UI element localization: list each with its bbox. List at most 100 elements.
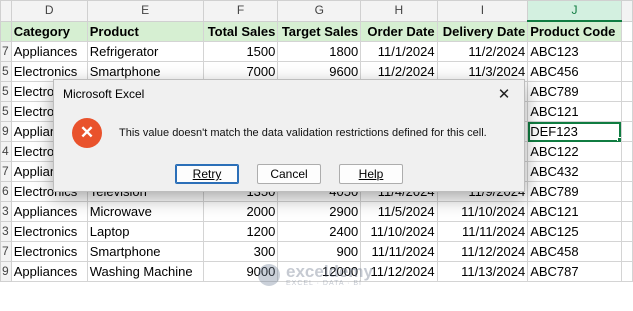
cell-product-code[interactable]: ABC125 xyxy=(527,221,622,242)
empty-cell[interactable] xyxy=(620,101,633,122)
empty-cell[interactable] xyxy=(620,241,633,262)
cell-delivery-date[interactable]: 11/12/2024 xyxy=(436,241,529,262)
cell-product[interactable]: Microwave xyxy=(86,201,204,222)
cell-target-sales[interactable]: 900 xyxy=(277,241,362,262)
cell-delivery-date[interactable]: 11/2/2024 xyxy=(436,41,529,62)
empty-cell[interactable] xyxy=(620,161,633,182)
row-number[interactable]: 4 xyxy=(0,141,12,162)
column-header-row: D E F G H I J xyxy=(0,0,633,22)
cell-order-date[interactable]: 11/11/2024 xyxy=(360,241,438,262)
retry-button-label: Retry xyxy=(192,167,222,181)
cell-product[interactable]: Smartphone xyxy=(86,241,204,262)
cell-target-sales[interactable]: 2900 xyxy=(277,201,362,222)
cell-total-sales[interactable]: 2000 xyxy=(202,201,279,222)
cell-product-code[interactable]: ABC121 xyxy=(527,101,622,122)
cell-product-code[interactable]: ABC432 xyxy=(527,161,622,182)
row-number[interactable]: 5 xyxy=(0,61,12,82)
cancel-button[interactable]: Cancel xyxy=(257,164,321,184)
row-number[interactable]: 9 xyxy=(0,261,12,282)
empty-cell[interactable] xyxy=(620,121,633,142)
row-number[interactable]: 3 xyxy=(0,221,12,242)
cell-delivery-date[interactable]: 11/13/2024 xyxy=(436,261,529,282)
row-number[interactable]: 3 xyxy=(0,201,12,222)
cancel-button-label: Cancel xyxy=(270,167,308,181)
close-icon[interactable]: ✕ xyxy=(492,84,516,104)
cell-order-date[interactable]: 11/5/2024 xyxy=(360,201,438,222)
row-number[interactable]: 5 xyxy=(0,81,12,102)
cell-category[interactable]: Appliances xyxy=(10,201,88,222)
row-number[interactable]: 9 xyxy=(0,121,12,142)
cell-product[interactable]: Refrigerator xyxy=(86,41,204,62)
dialog-message: This value doesn't match the data valida… xyxy=(119,127,487,139)
cell-product[interactable]: Washing Machine xyxy=(86,261,204,282)
empty-cell[interactable] xyxy=(620,221,633,242)
row-number[interactable]: 7 xyxy=(0,41,12,62)
corner-cell[interactable] xyxy=(0,0,12,22)
empty-cell[interactable] xyxy=(620,81,633,102)
table-row: 3 Electronics Laptop 1200 2400 11/10/2024 11/1… xyxy=(0,221,633,242)
help-button-label: Help xyxy=(358,167,384,181)
cell-product-code[interactable]: ABC789 xyxy=(527,81,622,102)
header-order-date[interactable]: Order Date xyxy=(360,20,438,42)
empty-cell[interactable] xyxy=(620,141,633,162)
cell-total-sales[interactable]: 1200 xyxy=(202,221,279,242)
cell-order-date[interactable]: 11/10/2024 xyxy=(360,221,438,242)
empty-cell[interactable] xyxy=(620,61,633,82)
column-header-d[interactable]: D xyxy=(10,0,88,22)
column-header-h[interactable]: H xyxy=(360,0,438,22)
cell-product-code[interactable]: ABC121 xyxy=(527,201,622,222)
watermark-text: exceldemy EXCEL · DATA · BI xyxy=(286,263,373,287)
cell-product[interactable]: Laptop xyxy=(86,221,204,242)
watermark-main: exceldemy xyxy=(286,262,373,281)
cell-category[interactable]: Electronics xyxy=(10,221,88,242)
header-delivery-date[interactable]: Delivery Date xyxy=(436,20,529,42)
cell-category[interactable]: Appliances xyxy=(10,41,88,62)
empty-cell[interactable] xyxy=(620,261,633,282)
column-header-e[interactable]: E xyxy=(86,0,204,22)
cell-delivery-date[interactable]: 11/10/2024 xyxy=(436,201,529,222)
dialog-title: Microsoft Excel xyxy=(63,86,145,101)
column-header-i[interactable]: I xyxy=(436,0,529,22)
table-header-row: Category Product Total Sales Target Sale… xyxy=(0,20,633,42)
cell-product-code[interactable]: ABC789 xyxy=(527,181,622,202)
empty-cell[interactable] xyxy=(620,20,633,42)
cell-product-code[interactable]: ABC458 xyxy=(527,241,622,262)
cell-category[interactable]: Electronics xyxy=(10,241,88,262)
row-number[interactable]: 7 xyxy=(0,241,12,262)
cell-total-sales[interactable]: 300 xyxy=(202,241,279,262)
cell-product-code[interactable]: ABC456 xyxy=(527,61,622,82)
row-number[interactable] xyxy=(0,20,12,42)
empty-cell[interactable] xyxy=(620,41,633,62)
row-number[interactable]: 7 xyxy=(0,161,12,182)
column-header-f[interactable]: F xyxy=(202,0,279,22)
empty-cell[interactable] xyxy=(620,201,633,222)
row-number[interactable]: 6 xyxy=(0,181,12,202)
empty-cell[interactable] xyxy=(620,181,633,202)
dialog-titlebar: Microsoft Excel ✕ xyxy=(54,80,524,107)
dialog-body: ✕ This value doesn't match the data vali… xyxy=(54,107,524,153)
cell-target-sales[interactable]: 2400 xyxy=(277,221,362,242)
table-row: 7 Appliances Refrigerator 1500 1800 11/1/2024… xyxy=(0,41,633,62)
row-number[interactable]: 5 xyxy=(0,101,12,122)
cell-product-code[interactable]: ABC123 xyxy=(527,41,622,62)
header-total-sales[interactable]: Total Sales xyxy=(202,20,279,42)
watermark: exceldemy EXCEL · DATA · BI xyxy=(258,263,373,287)
column-header-k[interactable] xyxy=(620,0,633,22)
watermark-logo-icon xyxy=(258,264,280,286)
column-header-j[interactable]: J xyxy=(527,0,622,22)
cell-category[interactable]: Appliances xyxy=(10,261,88,282)
retry-button[interactable]: Retry xyxy=(175,164,239,184)
cell-target-sales[interactable]: 1800 xyxy=(277,41,362,62)
cell-product-code[interactable]: DEF123 xyxy=(527,121,622,142)
header-product[interactable]: Product xyxy=(86,20,204,42)
column-header-g[interactable]: G xyxy=(277,0,362,22)
cell-order-date[interactable]: 11/1/2024 xyxy=(360,41,438,62)
help-button[interactable]: Help xyxy=(339,164,403,184)
header-category[interactable]: Category xyxy=(10,20,88,42)
cell-product-code[interactable]: ABC122 xyxy=(527,141,622,162)
cell-total-sales[interactable]: 1500 xyxy=(202,41,279,62)
cell-delivery-date[interactable]: 11/11/2024 xyxy=(436,221,529,242)
cell-product-code[interactable]: ABC787 xyxy=(527,261,622,282)
header-target-sales[interactable]: Target Sales xyxy=(277,20,362,42)
header-product-code[interactable]: Product Code xyxy=(527,20,622,42)
